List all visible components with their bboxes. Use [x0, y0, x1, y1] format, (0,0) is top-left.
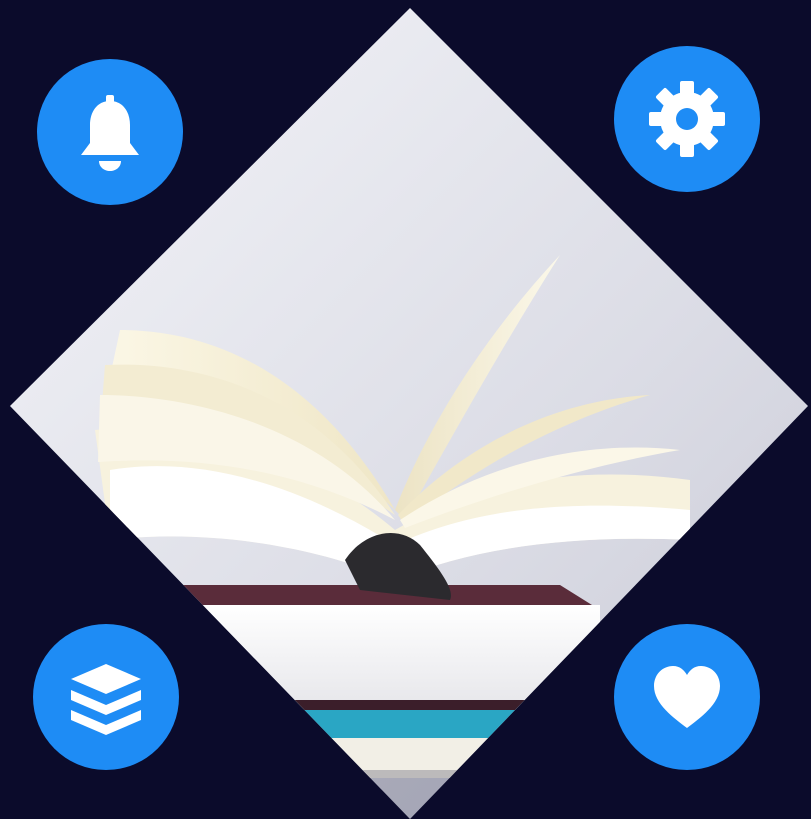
- notifications-button[interactable]: [37, 59, 183, 205]
- layers-button[interactable]: [33, 624, 179, 770]
- bell-icon: [37, 59, 183, 205]
- favorite-button[interactable]: [614, 624, 760, 770]
- layers-icon: [33, 624, 179, 770]
- gear-icon: [614, 46, 760, 192]
- settings-button[interactable]: [614, 46, 760, 192]
- hero-stage: [0, 0, 811, 819]
- heart-icon: [614, 624, 760, 770]
